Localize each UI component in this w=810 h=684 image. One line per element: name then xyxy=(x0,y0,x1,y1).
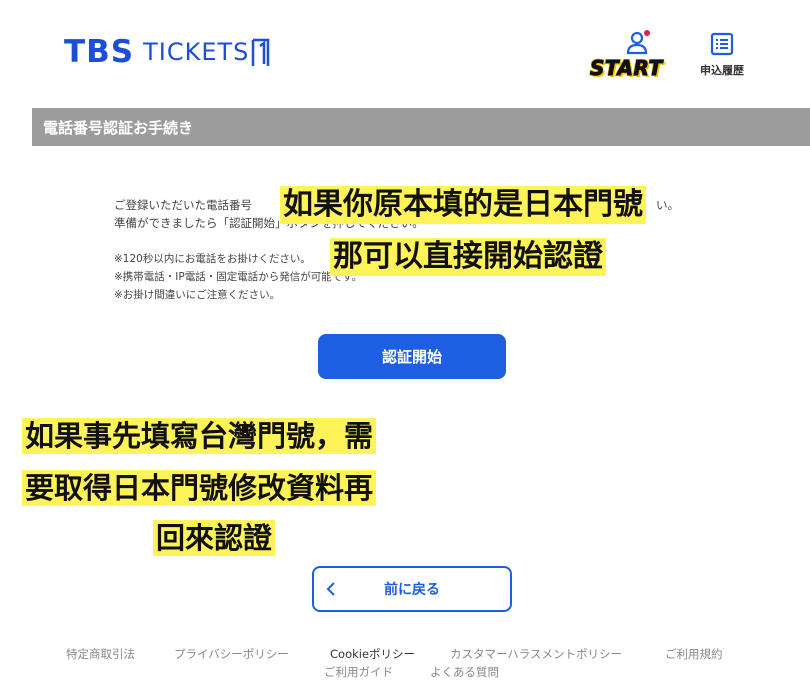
annotation-line-4: 要取得日本門號修改資料再 xyxy=(22,470,377,506)
history-label: 申込履歴 xyxy=(700,64,744,77)
note-2: ※携帯電話・IP電話・固定電話から発信が可能です。 xyxy=(114,271,363,283)
start-label: START xyxy=(590,56,663,81)
start-authentication-button[interactable]: 認証開始 xyxy=(318,334,506,379)
footer-link-guide[interactable]: ご利用ガイド xyxy=(324,664,393,680)
logo-tbs-text: TBS xyxy=(64,34,135,70)
annotation-line-3: 如果事先填寫台灣門號，需 xyxy=(22,418,377,454)
start-mypage-link[interactable]: START xyxy=(588,30,680,81)
note-1: ※120秒以内にお電話をお掛けください。 xyxy=(114,253,311,265)
notification-dot xyxy=(644,30,650,36)
footer-link-faq[interactable]: よくある質問 xyxy=(430,664,499,680)
list-icon xyxy=(710,32,734,56)
back-button[interactable]: 前に戻る xyxy=(312,566,512,612)
note-3: ※お掛け間違いにご注意ください。 xyxy=(114,289,281,301)
logo-tickets-text: TICKETS xyxy=(143,38,250,66)
application-history-link[interactable]: 申込履歴 xyxy=(694,32,750,78)
footer-link-commercial-law[interactable]: 特定商取引法 xyxy=(66,646,135,662)
section-title: 電話番号認証お手続き xyxy=(43,118,194,137)
instruction-notes: ※120秒以内にお電話をお掛けください。 ※携帯電話・IP電話・固定電話から発信… xyxy=(114,250,362,304)
instruction-line-1-start: ご登録いただいた電話番号 xyxy=(114,198,252,212)
section-title-bar: 電話番号認証お手続き xyxy=(32,108,810,146)
annotation-line-1: 如果你原本填的是日本門號 xyxy=(280,186,646,224)
footer-link-cookie-policy[interactable]: Cookieポリシー xyxy=(330,646,415,662)
chevron-left-icon xyxy=(326,582,335,596)
footer-link-terms[interactable]: ご利用規約 xyxy=(665,646,723,662)
instruction-line-1-end: い。 xyxy=(656,198,679,212)
ticket-mark-icon xyxy=(252,38,270,66)
annotation-line-2: 那可以直接開始認證 xyxy=(330,238,606,276)
footer-link-harassment-policy[interactable]: カスタマーハラスメントポリシー xyxy=(450,646,622,662)
back-button-label: 前に戻る xyxy=(384,582,440,598)
tbs-tickets-logo[interactable]: TBS TICKETS xyxy=(64,34,271,70)
footer-link-privacy-policy[interactable]: プライバシーポリシー xyxy=(174,646,289,662)
annotation-line-5: 回來認證 xyxy=(153,520,276,556)
